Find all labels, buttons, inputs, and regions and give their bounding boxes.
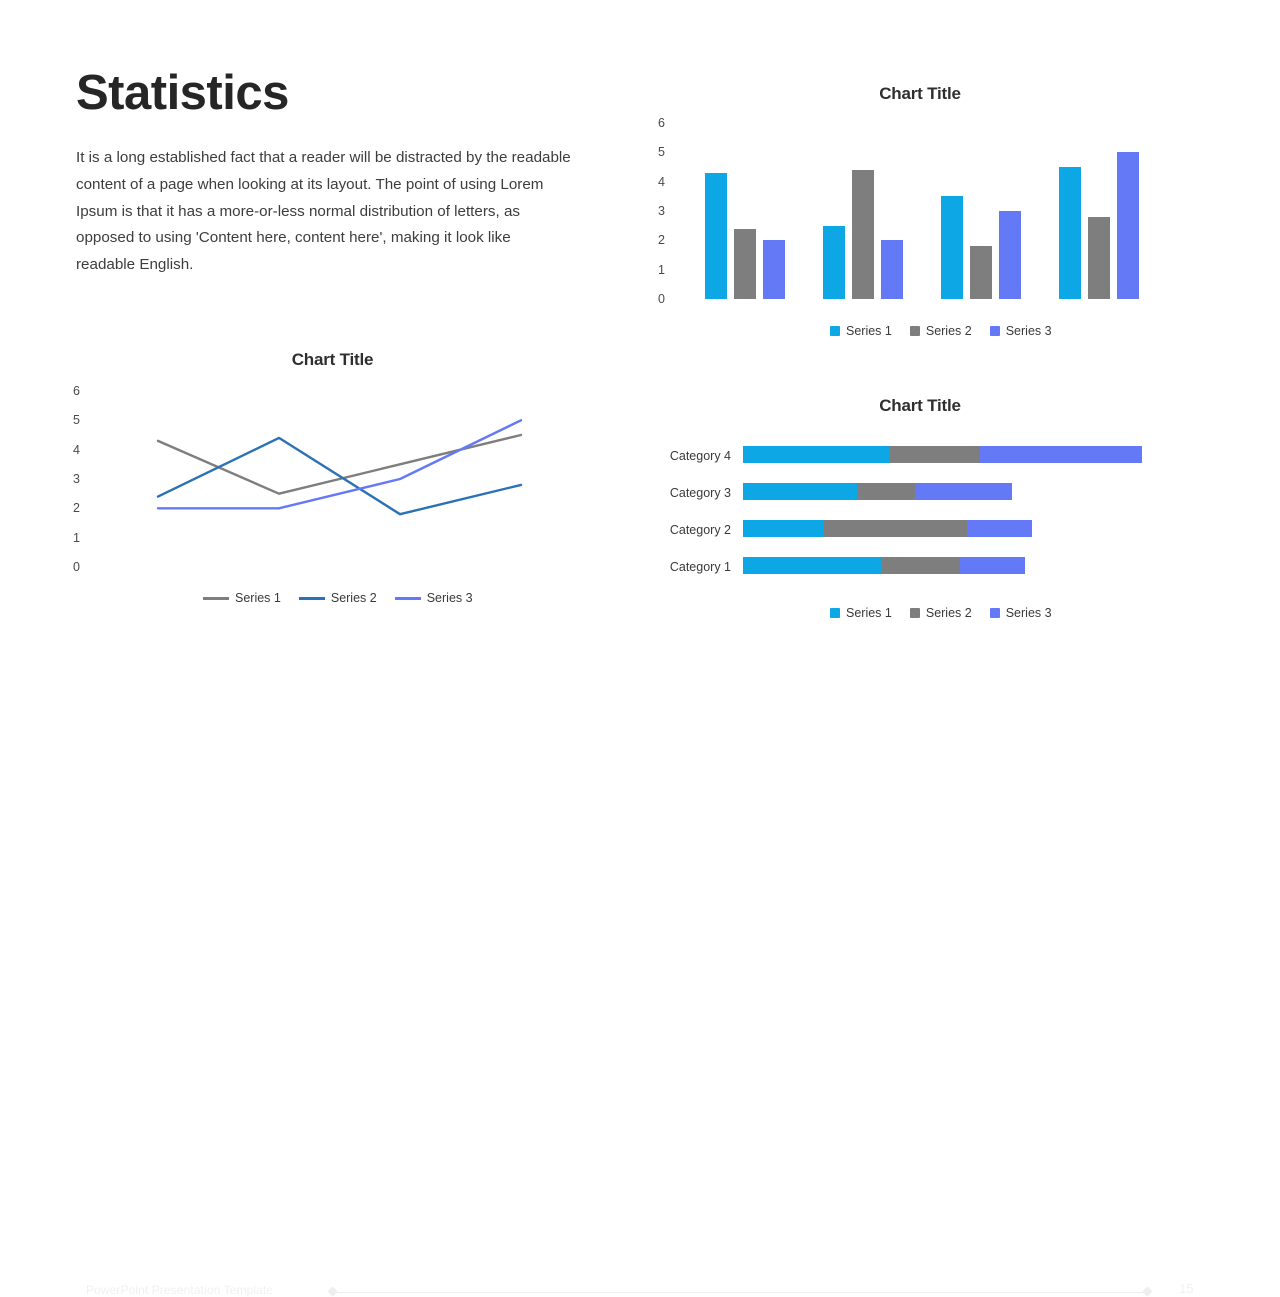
y-axis-tick-label: 4 (73, 442, 80, 457)
legend-swatch-icon (909, 326, 920, 336)
y-axis-tick-label: 2 (73, 501, 80, 516)
stacked-bar-chart-legend: Series 1 Series 2 Series 3 (830, 606, 1052, 620)
stacked-bar-segment (888, 446, 980, 463)
column-chart-plot: 6 5 4 3 2 1 0 (640, 78, 1200, 318)
y-axis-tick-label: 0 (73, 560, 80, 574)
stacked-bar-row (743, 557, 1026, 574)
footer: PowerPoint Presentation Template 15 (0, 640, 1280, 1297)
legend-label: Series 3 (426, 591, 473, 605)
legend-item[interactable]: Series 2 (909, 324, 972, 338)
column-bar (705, 172, 727, 299)
y-axis-tick-label: 3 (658, 204, 665, 218)
stacked-bar-segment (914, 483, 1013, 500)
column-bar (823, 225, 845, 299)
column-chart-legend: Series 1 Series 2 Series 3 (830, 324, 1052, 338)
legend-swatch-icon (989, 608, 1000, 618)
footer-divider (332, 1291, 1148, 1293)
stacked-bar-segment (743, 483, 857, 500)
column-bar (734, 228, 756, 299)
legend-swatch-icon (203, 596, 229, 600)
stacked-bar-chart-plot: Category 4 Category 3 Category 2 Category 1 (640, 390, 1200, 590)
column-bar (999, 211, 1021, 299)
column-bar (763, 240, 785, 299)
legend-swatch-icon (830, 608, 840, 618)
column-chart: Chart Title 6543210 Series 1 Series 2 Seri… (640, 78, 1200, 348)
page-number: 15 (1179, 1281, 1194, 1296)
y-axis-tick-label: 3 (73, 472, 80, 486)
y-axis-tick-label: 5 (658, 145, 665, 160)
legend-item[interactable]: Series 2 (909, 606, 972, 620)
line-series-path (156, 433, 523, 495)
legend-item[interactable]: Series 3 (989, 606, 1052, 620)
line-chart-plot (156, 419, 523, 516)
headline-block: Statistics It is a long established fact… (76, 66, 576, 278)
legend-swatch-icon (989, 326, 1000, 336)
legend-label: Series 1 (235, 591, 281, 605)
legend-item[interactable]: Series 3 (394, 591, 473, 605)
line-chart: Chart Title Series 1 Series 2 Series 3 654… (56, 345, 576, 620)
line-chart-legend: Series 1 Series 2 Series 3 (203, 591, 473, 605)
legend-swatch-icon (830, 326, 840, 336)
y-axis-tick-label: 6 (658, 116, 665, 130)
column-bar (1088, 216, 1110, 299)
legend-item[interactable]: Series 1 (830, 324, 892, 338)
stacked-bar-segment (979, 446, 1142, 463)
y-axis-tick-label: 1 (73, 530, 80, 545)
legend-item[interactable]: Series 1 (203, 591, 281, 605)
stacked-bar-segment (856, 483, 915, 500)
stacked-bar-segment (743, 557, 883, 574)
stacked-bar-chart: Chart Title Category 4 Category 3 Category… (640, 390, 1200, 630)
legend-item[interactable]: Series 2 (298, 591, 377, 605)
column-bar (1059, 167, 1081, 299)
column-bar (852, 169, 874, 299)
y-axis-tick-label: 1 (658, 262, 665, 277)
category-label: Category 1 (669, 560, 731, 574)
column-bar (881, 240, 903, 299)
legend-label: Series 2 (330, 591, 377, 605)
y-axis-tick-label: 5 (73, 413, 80, 428)
stacked-bar-segment (966, 520, 1032, 537)
page-title: Statistics (76, 66, 289, 120)
y-axis-tick-label: 0 (658, 292, 665, 306)
legend-label: Series 2 (925, 606, 972, 620)
legend-label: Series 1 (846, 324, 892, 338)
stacked-bar-row (743, 446, 1142, 463)
legend-swatch-icon (298, 596, 325, 600)
stacked-bar-segment (743, 446, 889, 463)
legend-label: Series 3 (1005, 606, 1052, 620)
footer-label: PowerPoint Presentation Template (86, 1283, 274, 1297)
legend-swatch-icon (909, 608, 920, 618)
legend-label: Series 2 (925, 324, 972, 338)
slide-canvas: Statistics It is a long established fact… (0, 0, 1280, 1297)
stacked-bar-segment (960, 557, 1026, 574)
legend-label: Series 1 (846, 606, 892, 620)
category-label: Category 4 (669, 449, 731, 463)
stacked-bar-segment (743, 520, 825, 537)
y-axis-tick-label: 6 (73, 384, 80, 398)
stacked-bar-segment (882, 557, 961, 574)
category-label: Category 2 (669, 523, 731, 537)
footer-diamond-right-icon (1142, 1286, 1153, 1297)
legend-item[interactable]: Series 1 (830, 606, 892, 620)
stacked-bar-row (743, 483, 1013, 500)
column-bar (1117, 152, 1139, 299)
legend-item[interactable]: Series 3 (989, 324, 1052, 338)
body-paragraph: It is a long established fact that a rea… (76, 149, 571, 273)
column-bar (970, 246, 992, 299)
category-label: Category 3 (669, 486, 731, 500)
legend-swatch-icon (394, 596, 421, 600)
stacked-bar-segment (824, 520, 967, 537)
y-axis-tick-label: 4 (658, 174, 665, 189)
column-bar (941, 196, 963, 299)
y-axis-tick-label: 2 (658, 233, 665, 248)
legend-label: Series 3 (1005, 324, 1052, 338)
stacked-bar-row (743, 520, 1032, 537)
